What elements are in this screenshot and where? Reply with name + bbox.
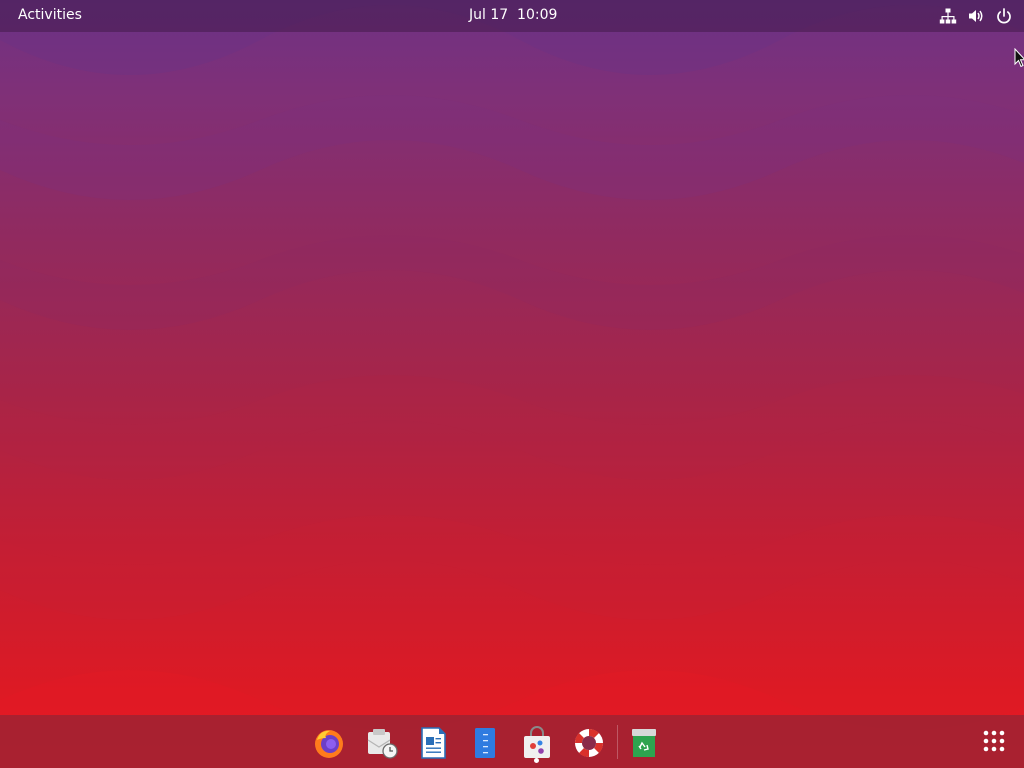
lifebuoy-icon [574,728,604,758]
shopping-bag-icon [524,726,550,758]
clock[interactable]: Jul 17 10:09 [469,0,557,32]
mail-clock-icon [367,729,398,759]
network-wired-icon[interactable] [938,6,958,26]
dock-item-help[interactable] [569,723,609,763]
trash-icon [632,729,656,757]
dock-item-libreoffice-writer[interactable] [413,723,453,763]
show-apps-button[interactable] [980,727,1008,755]
document-writer-icon [421,727,446,759]
app-grid-icon [983,730,1005,752]
dock-item-mail-scheduler[interactable] [361,723,401,763]
firefox-icon [315,730,343,758]
desktop [0,0,1024,768]
dock [0,715,1024,768]
dock-item-trash[interactable] [624,723,664,763]
mouse-pointer-icon [1014,47,1024,72]
wallpaper [0,0,1024,768]
activities-button[interactable]: Activities [18,0,82,32]
top-bar: Activities Jul 17 10:09 [0,0,1024,32]
power-icon[interactable] [994,6,1014,26]
dock-item-document-viewer[interactable] [465,723,505,763]
system-tray[interactable] [938,0,1014,32]
dock-item-software-center[interactable] [517,723,557,763]
running-indicator [534,758,539,763]
dock-item-firefox[interactable] [309,723,349,763]
dock-separator [617,725,618,759]
document-blue-icon [475,728,495,758]
volume-icon[interactable] [966,6,986,26]
